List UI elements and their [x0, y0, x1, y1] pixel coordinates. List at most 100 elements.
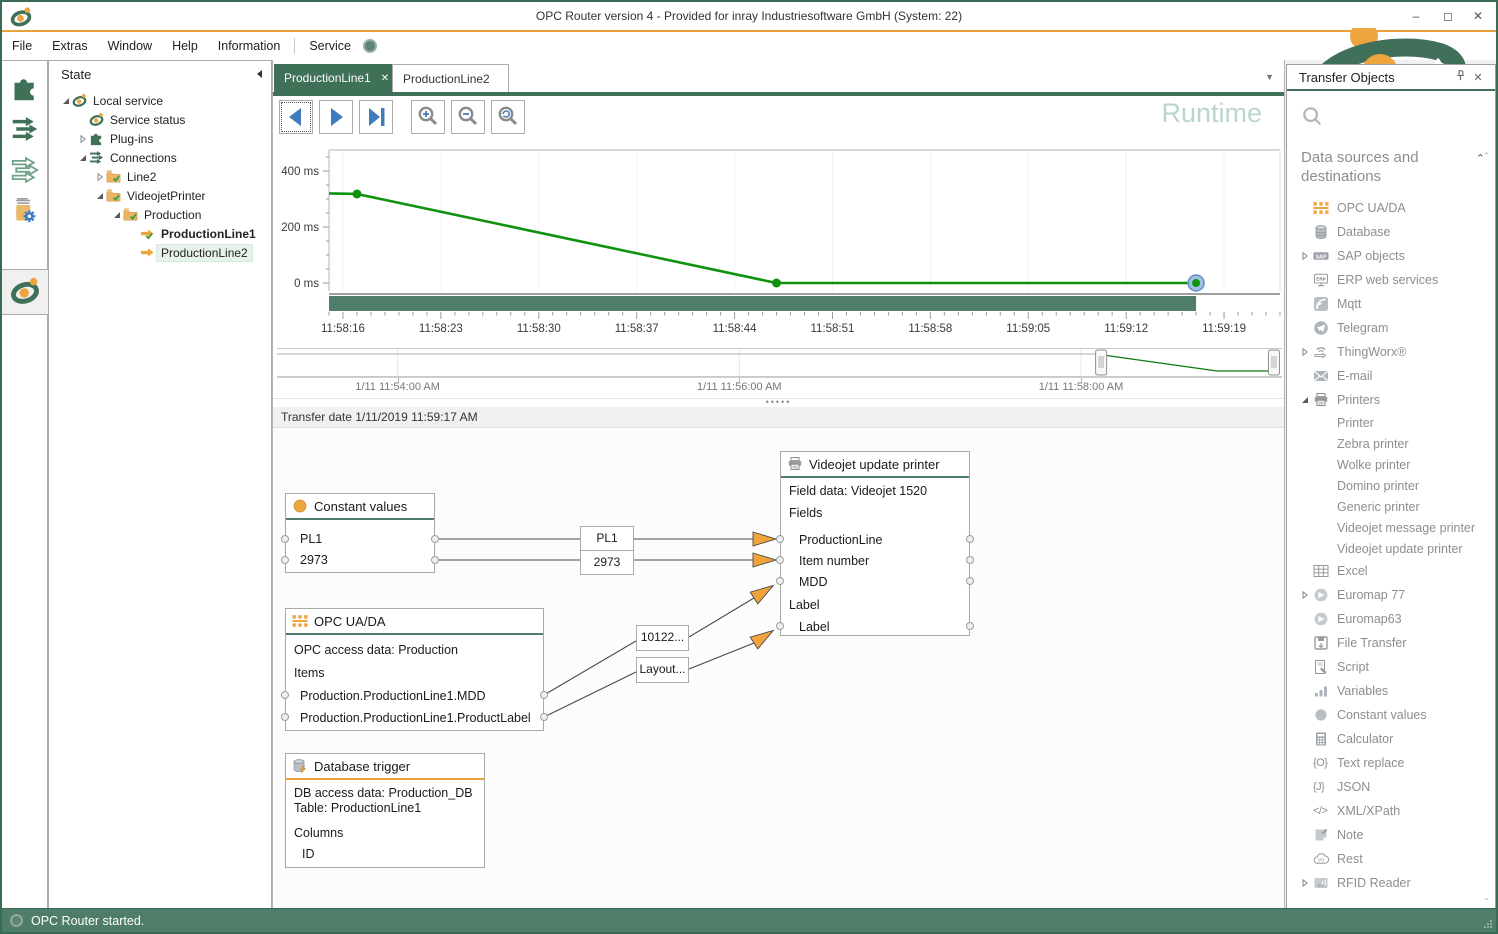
collapsed-caret-icon[interactable] [1301, 252, 1313, 260]
expanded-expander-icon[interactable] [93, 192, 106, 200]
connections-icon[interactable] [11, 115, 39, 143]
menu-window[interactable]: Window [98, 32, 162, 60]
opc-uada-node[interactable]: OPC UA/DA OPC access data: Production It… [285, 608, 544, 731]
videojet-update-printer-node[interactable]: Videojet update printer Field data: Vide… [780, 451, 970, 636]
zoom-reset-button[interactable] [491, 100, 525, 134]
connection-canvas[interactable]: Constant values PL1 2973 OPC UA/DA OPC a… [273, 428, 1284, 910]
node-row[interactable]: PL1 [300, 531, 322, 548]
node-row[interactable]: Production.ProductionLine1.MDD [300, 688, 486, 705]
timeline-overview[interactable] [277, 348, 1282, 377]
package-settings-icon[interactable] [11, 197, 39, 225]
last-transfer-button[interactable] [359, 100, 393, 134]
transfer-object-printer[interactable]: Printer [1301, 412, 1495, 433]
transfer-object-zebra-printer[interactable]: Zebra printer [1301, 433, 1495, 454]
collapsed-expander-icon[interactable] [93, 173, 106, 181]
tab-productionline2[interactable]: ProductionLine2 [392, 64, 509, 92]
transfer-object-opc-ua-da[interactable]: OPC UA/DA [1301, 196, 1495, 220]
transfer-object-note[interactable]: Note [1301, 823, 1495, 847]
transfer-object-text-replace[interactable]: {O}Text replace [1301, 751, 1495, 775]
scroll-up-icon[interactable]: ⌃ [1480, 151, 1493, 162]
tree-item-production[interactable]: Production [49, 205, 271, 224]
node-row[interactable]: Item number [799, 553, 869, 570]
expanded-expander-icon[interactable] [110, 211, 123, 219]
plugins-icon[interactable] [11, 74, 39, 102]
transfer-object-rest[interactable]: (R)Rest [1301, 847, 1495, 871]
tab-close-icon[interactable]: ✕ [381, 73, 389, 84]
transfer-object-videojet-message-printer[interactable]: Videojet message printer [1301, 517, 1495, 538]
transfer-object-thingworx-[interactable]: ThingWorx® [1301, 340, 1495, 364]
collapsed-caret-icon[interactable] [1301, 591, 1313, 599]
tree-item-videojetprinter[interactable]: VideojetPrinter [49, 186, 271, 205]
transfer-object-erp-web-services[interactable]: ERPERP web services [1301, 268, 1495, 292]
node-row[interactable]: 2973 [300, 552, 328, 569]
tree-item-plug-ins[interactable]: Plug-ins [49, 129, 271, 148]
transfer-object-constant-values[interactable]: Constant values [1301, 703, 1495, 727]
node-row[interactable]: Production.ProductionLine1.ProductLabel [300, 710, 531, 727]
menu-extras[interactable]: Extras [42, 32, 97, 60]
tree-item-productionline2[interactable]: ProductionLine2 [49, 243, 271, 262]
horizontal-splitter[interactable]: ••••• [273, 398, 1284, 407]
transfer-object-file-transfer[interactable]: File Transfer [1301, 631, 1495, 655]
transfer-object-excel[interactable]: Excel [1301, 559, 1495, 583]
scrollbar[interactable]: ⌃ ⌄ [1480, 151, 1493, 903]
link-value-box[interactable]: 10122... [636, 625, 689, 651]
collapsed-caret-icon[interactable] [1301, 348, 1313, 356]
collapsed-caret-icon[interactable] [1301, 879, 1313, 887]
transfers-icon[interactable] [11, 156, 39, 184]
link-value-box[interactable]: Layout... [636, 657, 689, 683]
resize-grip[interactable] [1483, 919, 1493, 929]
transfer-object-domino-printer[interactable]: Domino printer [1301, 475, 1495, 496]
transfer-object-sap-objects[interactable]: SAPSAP objects [1301, 244, 1495, 268]
tab-list-dropdown-icon[interactable]: ▼ [1265, 72, 1274, 82]
zoom-out-button[interactable] [451, 100, 485, 134]
tree-item-line2[interactable]: Line2 [49, 167, 271, 186]
tree-item-connections[interactable]: Connections [49, 148, 271, 167]
menu-service[interactable]: Service [299, 32, 361, 60]
scroll-down-icon[interactable]: ⌄ [1480, 892, 1493, 903]
constant-values-node[interactable]: Constant values PL1 2973 [285, 493, 435, 573]
transfer-object-xml-xpath[interactable]: </>XML/XPath [1301, 799, 1495, 823]
transfer-object-generic-printer[interactable]: Generic printer [1301, 496, 1495, 517]
tab-productionline1[interactable]: ProductionLine1 ✕ [274, 64, 392, 92]
node-row[interactable]: ID [302, 846, 315, 863]
menu-information[interactable]: Information [208, 32, 291, 60]
node-row[interactable]: MDD [799, 574, 827, 591]
menu-help[interactable]: Help [162, 32, 208, 60]
transfer-object-variables[interactable]: Variables [1301, 679, 1495, 703]
close-button[interactable]: ✕ [1464, 6, 1492, 26]
transfer-object-calculator[interactable]: Calculator [1301, 727, 1495, 751]
close-panel-icon[interactable]: ✕ [1469, 71, 1487, 84]
next-transfer-button[interactable] [319, 100, 353, 134]
transfer-object-wolke-printer[interactable]: Wolke printer [1301, 454, 1495, 475]
transfer-object-mqtt[interactable]: Mqtt [1301, 292, 1495, 316]
tree-item-productionline1[interactable]: ProductionLine1 [49, 224, 271, 243]
search-icon[interactable] [1301, 105, 1323, 127]
collapse-panel-icon[interactable] [255, 69, 263, 79]
database-trigger-node[interactable]: Database trigger DB access data: Product… [285, 753, 485, 868]
menu-file[interactable]: File [2, 32, 42, 60]
zoom-in-button[interactable] [411, 100, 445, 134]
transfer-object-printers[interactable]: Printers [1301, 388, 1495, 412]
transfer-object-json[interactable]: {J}JSON [1301, 775, 1495, 799]
transfer-object-script[interactable]: Script [1301, 655, 1495, 679]
minimize-button[interactable]: – [1402, 6, 1430, 26]
pin-icon[interactable] [1451, 69, 1469, 85]
transfer-object-euromap-77[interactable]: Euromap 77 [1301, 583, 1495, 607]
transfer-object-videojet-update-printer[interactable]: Videojet update printer [1301, 538, 1495, 559]
transfer-object-database[interactable]: Database [1301, 220, 1495, 244]
node-row[interactable]: ProductionLine [799, 532, 882, 549]
tree-item-local-service[interactable]: Local service [49, 91, 271, 110]
expanded-expander-icon[interactable] [59, 97, 72, 105]
section-header[interactable]: Data sources and destinations [1301, 148, 1476, 186]
maximize-button[interactable]: ◻ [1434, 6, 1462, 26]
transfer-object-euromap63[interactable]: Euromap63 [1301, 607, 1495, 631]
transfer-object-telegram[interactable]: Telegram [1301, 316, 1495, 340]
tree-item-service-status[interactable]: Service status [49, 110, 271, 129]
node-row[interactable]: Label [799, 619, 830, 636]
link-value-box[interactable]: PL1 [580, 526, 634, 551]
transfer-object-e-mail[interactable]: E-mail [1301, 364, 1495, 388]
prev-transfer-button[interactable] [279, 100, 313, 134]
runtime-chart[interactable]: 0 ms200 ms400 ms11:58:1611:58:2311:58:30… [277, 142, 1282, 342]
transfer-object-rfid-reader[interactable]: RFIDRFID Reader [1301, 871, 1495, 895]
collapsed-expander-icon[interactable] [76, 135, 89, 143]
